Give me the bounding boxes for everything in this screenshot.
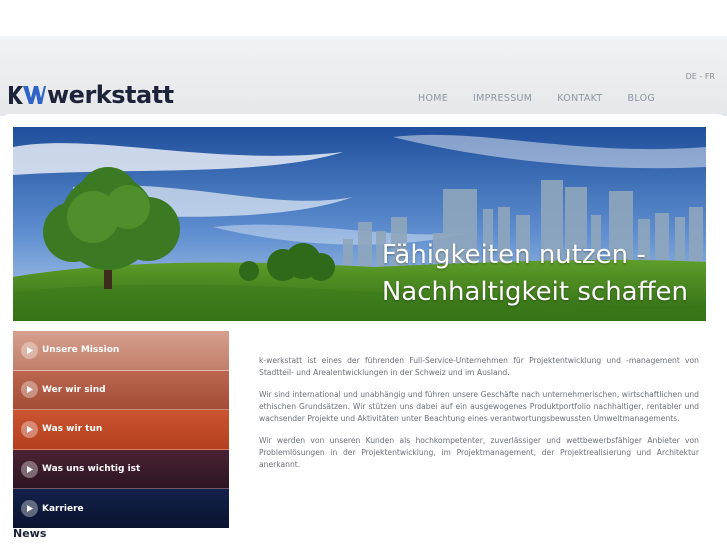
lang-separator: - <box>696 72 705 81</box>
nav-impressum[interactable]: IMPRESSUM <box>473 93 532 104</box>
banner-caption: Fähigkeiten nutzen - Nachhaltigkeit scha… <box>382 237 688 311</box>
menu-item-label: Was wir tun <box>42 424 103 435</box>
intro-paragraph-3: Wir werden von unseren Kunden als hochko… <box>259 436 699 469</box>
news-heading: News <box>13 527 47 540</box>
language-switcher: DE - FR <box>686 72 715 81</box>
menu-item-label: Unsere Mission <box>42 345 120 356</box>
hero-banner: Fähigkeiten nutzen - Nachhaltigkeit scha… <box>13 127 706 321</box>
logo-text: werkstatt <box>47 81 174 109</box>
menu-item-was-uns-wichtig-ist[interactable]: Was uns wichtig ist <box>13 449 229 490</box>
menu-item-karriere[interactable]: Karriere <box>13 489 229 528</box>
banner-line-1: Fähigkeiten nutzen - <box>381 240 646 270</box>
nav-home[interactable]: HOME <box>418 93 448 104</box>
logo[interactable]: werkstatt <box>8 82 174 108</box>
menu-item-was-wir-tun[interactable]: Was wir tun <box>13 410 229 450</box>
intro-text: k-werkstatt ist eines der führenden Full… <box>259 355 699 481</box>
menu-item-label: Was uns wichtig ist <box>42 464 141 475</box>
nav-blog[interactable]: BLOG <box>628 93 656 104</box>
k-logo-icon <box>9 86 46 104</box>
banner-line-2: Nachhaltigkeit schaffen <box>381 277 688 307</box>
play-arrow-icon <box>21 381 38 399</box>
menu-item-label: Wer wir sind <box>42 384 106 395</box>
side-menu: Unsere Mission Wer wir sind Was wir tun … <box>13 331 229 528</box>
play-arrow-icon <box>21 500 38 518</box>
menu-item-unsere-mission[interactable]: Unsere Mission <box>13 331 229 371</box>
top-band <box>0 0 727 36</box>
play-arrow-icon <box>21 420 38 438</box>
lang-fr-link[interactable]: FR <box>705 72 715 81</box>
lang-de-link[interactable]: DE <box>686 72 697 81</box>
nav-kontakt[interactable]: KONTAKT <box>557 93 602 104</box>
menu-item-wer-wir-sind[interactable]: Wer wir sind <box>13 370 229 411</box>
play-arrow-icon <box>21 341 38 359</box>
intro-paragraph-2: Wir sind international und unabhängig un… <box>259 390 699 423</box>
play-arrow-icon <box>21 460 38 478</box>
main-nav: HOME IMPRESSUM KONTAKT BLOG <box>418 93 680 104</box>
intro-paragraph-1: k-werkstatt ist eines der führenden Full… <box>259 356 699 377</box>
menu-item-label: Karriere <box>42 503 84 514</box>
